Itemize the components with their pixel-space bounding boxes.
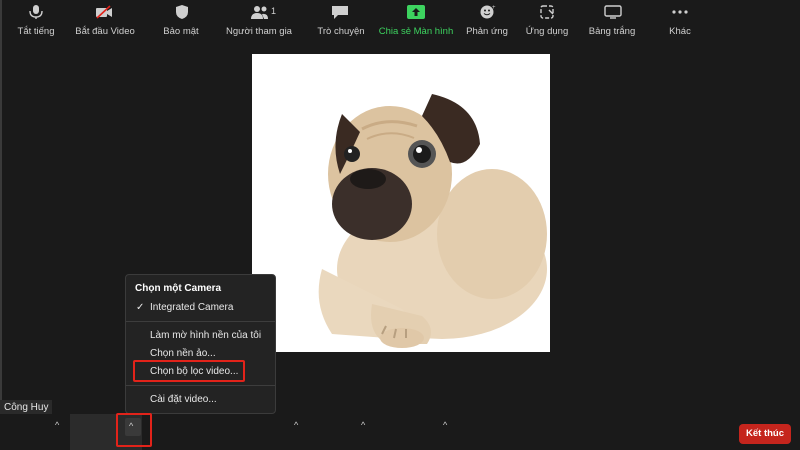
start-video-button[interactable]: Bắt đầu Video [70,0,135,37]
start-video-label: Bắt đầu Video [75,26,135,37]
participants-count: 1 [271,6,277,16]
chat-label: Trò chuyện [317,26,365,37]
menu-item-virtual-background[interactable]: Chọn nền ảo... [150,348,216,359]
chat-options-chevron-icon[interactable]: ^ [361,420,365,430]
participants-options-chevron-icon[interactable]: ^ [294,420,298,430]
chat-button[interactable]: Trò chuyện [310,0,370,37]
menu-item-video-settings[interactable]: Cài đặt video... [150,394,217,405]
participants-icon [251,6,268,19]
more-dots-icon [672,10,688,14]
menu-header: Chọn một Camera [135,283,222,294]
share-screen-icon [407,5,425,19]
microphone-icon [29,5,43,19]
highlight-video-options [116,413,152,447]
camera-options-menu: Chọn một Camera ✓ Integrated Camera Làm … [125,274,276,414]
security-label: Bảo mật [163,26,199,37]
participants-button[interactable]: 1 Người tham gia [225,0,295,37]
video-preview [252,54,550,352]
smiley-icon: + [480,5,496,19]
checkmark-icon: ✓ [136,302,145,313]
menu-item-integrated-camera[interactable]: Integrated Camera [150,302,233,313]
share-options-chevron-icon[interactable]: ^ [443,420,447,430]
chat-icon [332,6,348,19]
menu-divider [126,321,275,322]
participants-label: Người tham gia [226,26,292,37]
video-off-icon [96,5,112,19]
window-edge [0,0,2,450]
pug-image [252,54,550,352]
shield-icon [176,5,188,19]
apps-label: Ứng dụng [525,26,569,37]
svg-text:+: + [492,5,496,11]
reactions-button[interactable]: + Phản ứng [465,0,510,37]
whiteboard-label: Bảng trắng [588,26,636,37]
whiteboard-button[interactable]: Bảng trắng [588,0,636,37]
mute-button[interactable]: Tắt tiếng [0,0,60,37]
apps-button[interactable]: Ứng dụng [525,0,570,37]
share-screen-label: Chia sẻ Màn hình [378,26,454,37]
menu-item-blur-background[interactable]: Làm mờ hình nền của tôi [150,330,261,341]
mute-label: Tắt tiếng [17,26,55,37]
highlight-video-filter [133,360,245,382]
share-screen-button[interactable]: Chia sẻ Màn hình [378,0,454,37]
mute-options-chevron-icon[interactable]: ^ [55,420,59,430]
whiteboard-icon [604,5,622,19]
apps-icon [540,5,554,19]
reactions-label: Phản ứng [466,26,508,37]
end-meeting-button[interactable]: Kết thúc [739,424,791,444]
security-button[interactable]: Bảo mật [160,0,205,37]
more-button[interactable]: Khác [660,0,700,37]
more-label: Khác [669,26,691,37]
menu-divider [126,385,275,386]
